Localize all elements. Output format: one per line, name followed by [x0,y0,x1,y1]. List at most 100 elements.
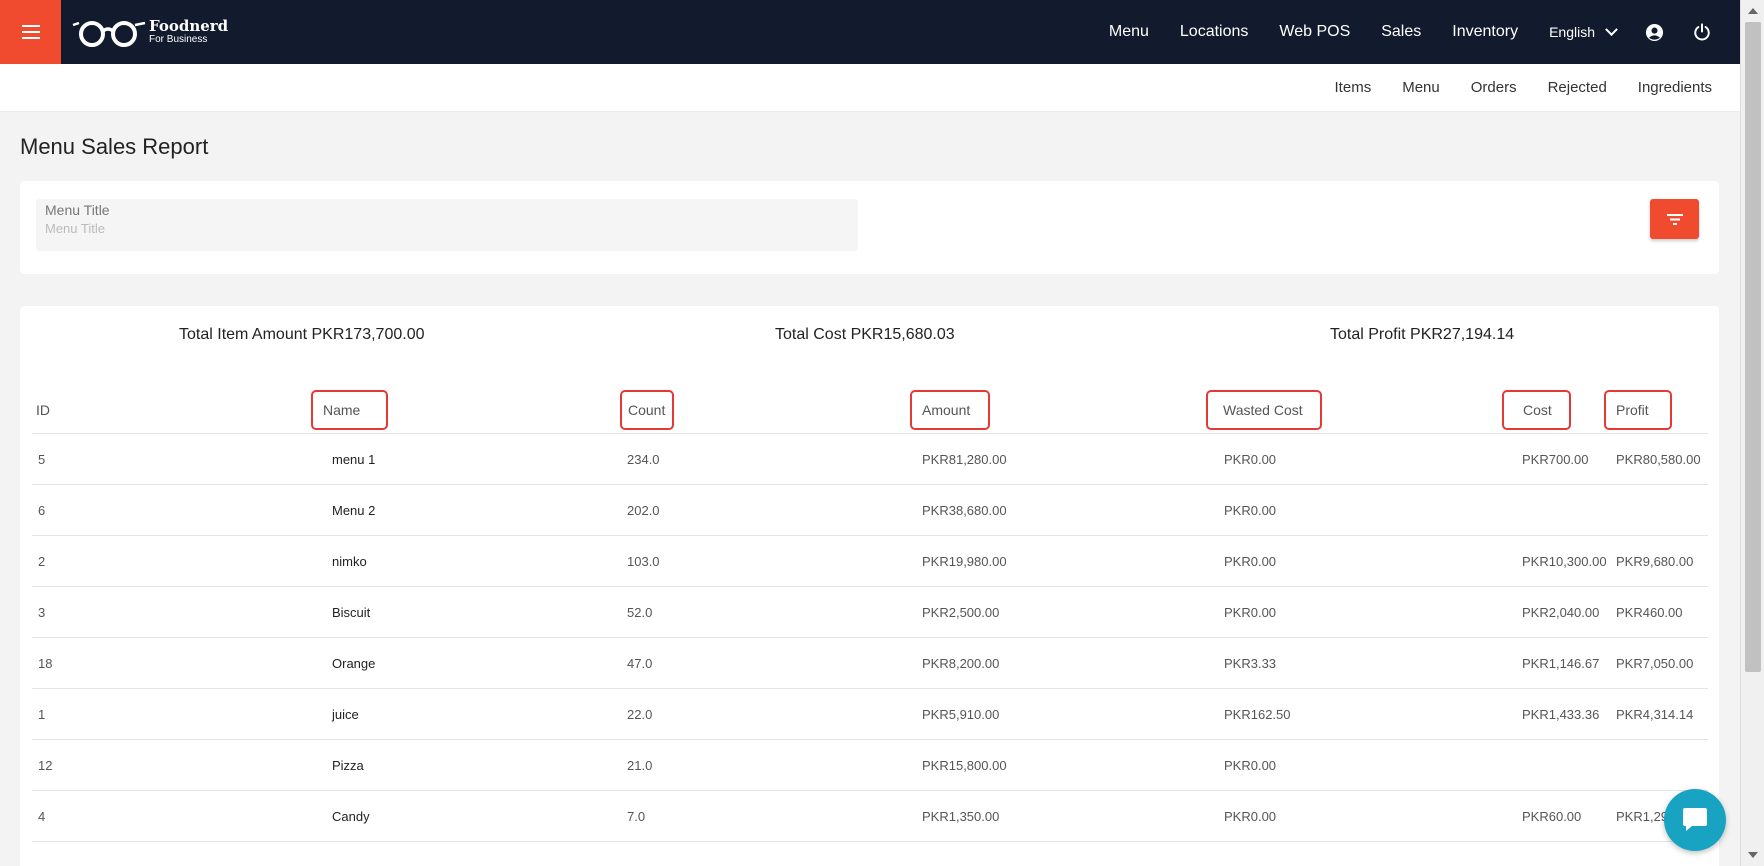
cell-amount: PKR2,500.00 [922,605,1000,620]
table-row: 6 Menu 2 202.0 PKR38,680.00 PKR0.00 [32,485,1708,536]
header-wasted-cost-label: Wasted Cost [1223,402,1303,418]
subnav-ingredients[interactable]: Ingredients [1638,79,1712,96]
header-name[interactable]: Name [311,386,388,434]
cell-id: 18 [38,656,53,671]
cell-id: 1 [38,707,46,722]
scroll-thumb[interactable] [1745,22,1761,672]
header-name-box: Name [311,390,388,430]
subnav-items[interactable]: Items [1335,79,1372,96]
header-cost-box: Cost [1502,390,1571,430]
header-profit-box: Profit [1604,390,1672,430]
chat-icon [1683,808,1707,831]
subnav-menu[interactable]: Menu [1402,79,1440,96]
cell-name: juice [332,707,359,722]
cell-wasted: PKR3.33 [1224,656,1277,671]
cell-profit: PKR460.00 [1616,605,1683,620]
cell-wasted: PKR0.00 [1224,809,1277,824]
cell-profit: PKR80,580.00 [1616,452,1701,467]
cell-count: 7.0 [627,809,646,824]
table-row: 5 menu 1 234.0 PKR81,280.00 PKR0.00 PKR700.00… [32,434,1708,485]
nav-sales[interactable]: Sales [1381,23,1421,41]
cell-id: 3 [38,605,46,620]
subnav-rejected[interactable]: Rejected [1548,79,1607,96]
cell-amount: PKR15,800.00 [922,758,1007,773]
cell-cost: PKR60.00 [1522,809,1582,824]
cell-name: menu 1 [332,452,376,467]
table-row: 4 Candy 7.0 PKR1,350.00 PKR0.00 PKR60.00 PKR1,… [32,791,1708,842]
cell-profit: PKR4,314.14 [1616,707,1694,722]
menu-title-label: Menu Title [45,202,110,218]
cell-count: 52.0 [627,605,653,620]
header-cost[interactable]: Cost [1502,386,1571,434]
table-row: 2 nimko 103.0 PKR19,980.00 PKR0.00 PKR10,300.… [32,536,1708,587]
glasses-icon [72,21,146,47]
language-label: English [1549,24,1595,40]
table-row: 1 juice 22.0 PKR5,910.00 PKR162.50 PKR1,433.3… [32,689,1708,740]
cell-cost: PKR700.00 [1522,452,1589,467]
language-selector[interactable]: English [1549,22,1618,40]
table-row: 3 Biscuit 52.0 PKR2,500.00 PKR0.00 PKR2,040.0… [32,587,1708,638]
brand-logo[interactable]: Foodnerd For Business [71,17,228,47]
main-nav: Menu Locations Web POS Sales Inventory E… [1109,0,1740,64]
cell-name: nimko [332,554,367,569]
header-name-label: Name [323,402,361,418]
chat-button[interactable] [1664,789,1726,851]
cell-cost: PKR2,040.00 [1522,605,1600,620]
cell-wasted: PKR0.00 [1224,554,1277,569]
brand-subtitle: For Business [149,34,208,45]
nav-web-pos[interactable]: Web POS [1279,23,1350,41]
header-profit-label: Profit [1616,402,1649,418]
subnav-orders[interactable]: Orders [1471,79,1517,96]
cell-name: Orange [332,656,376,671]
header-amount-label: Amount [922,402,971,418]
nav-locations[interactable]: Locations [1180,23,1249,41]
table-body: 5 menu 1 234.0 PKR81,280.00 PKR0.00 PKR700.00… [32,434,1708,842]
cell-amount: PKR38,680.00 [922,503,1007,518]
power-icon[interactable] [1692,22,1712,42]
cell-amount: PKR19,980.00 [922,554,1007,569]
total-profit: Total Profit PKR27,194.14 [1330,326,1515,343]
filter-button[interactable] [1650,199,1699,239]
header-count-label: Count [628,402,666,418]
cell-id: 4 [38,809,46,824]
cell-cost: PKR10,300.00 [1522,554,1607,569]
scroll-down-arrow-icon[interactable] [1748,852,1758,858]
top-navbar: Foodnerd For Business Menu Locations Web… [0,0,1740,64]
report-card: Total Item Amount PKR173,700.00 Total Co… [20,306,1719,866]
cell-id: 12 [38,758,53,773]
scroll-up-arrow-icon[interactable] [1748,8,1758,14]
header-count[interactable]: Count [620,386,674,434]
header-wasted-cost[interactable]: Wasted Cost [1206,386,1322,434]
hamburger-icon[interactable] [0,0,61,64]
table-row: 12 Pizza 21.0 PKR15,800.00 PKR0.00 [32,740,1708,791]
cell-cost: PKR1,433.36 [1522,707,1600,722]
header-amount[interactable]: Amount [910,386,990,434]
cell-count: 22.0 [627,707,653,722]
header-amount-box: Amount [910,390,990,430]
cell-count: 234.0 [627,452,660,467]
filter-card: Menu Title [20,181,1719,274]
cell-profit: PKR9,680.00 [1616,554,1694,569]
header-id[interactable]: ID [36,386,50,434]
cell-name: Pizza [332,758,364,773]
header-cost-label: Cost [1523,402,1552,418]
cell-wasted: PKR0.00 [1224,503,1277,518]
cell-wasted: PKR0.00 [1224,452,1277,467]
cell-amount: PKR1,350.00 [922,809,1000,824]
cell-count: 103.0 [627,554,660,569]
menu-title-input[interactable] [45,221,845,236]
page-scrollbar[interactable] [1740,0,1764,866]
user-circle-icon[interactable] [1644,22,1664,42]
header-profit[interactable]: Profit [1604,386,1672,434]
cell-count: 21.0 [627,758,653,773]
cell-name: Candy [332,809,370,824]
cell-wasted: PKR162.50 [1224,707,1291,722]
nav-inventory[interactable]: Inventory [1452,23,1518,41]
sales-table: ID Name Count Amount Wasted Cost Cost Pr… [32,386,1708,842]
header-count-box: Count [620,390,674,430]
filter-icon [1666,214,1683,225]
nav-menu[interactable]: Menu [1109,23,1149,41]
sub-navbar: Items Menu Orders Rejected Ingredients [0,64,1740,112]
header-id-label: ID [36,402,50,418]
table-header: ID Name Count Amount Wasted Cost Cost Pr… [32,386,1708,434]
